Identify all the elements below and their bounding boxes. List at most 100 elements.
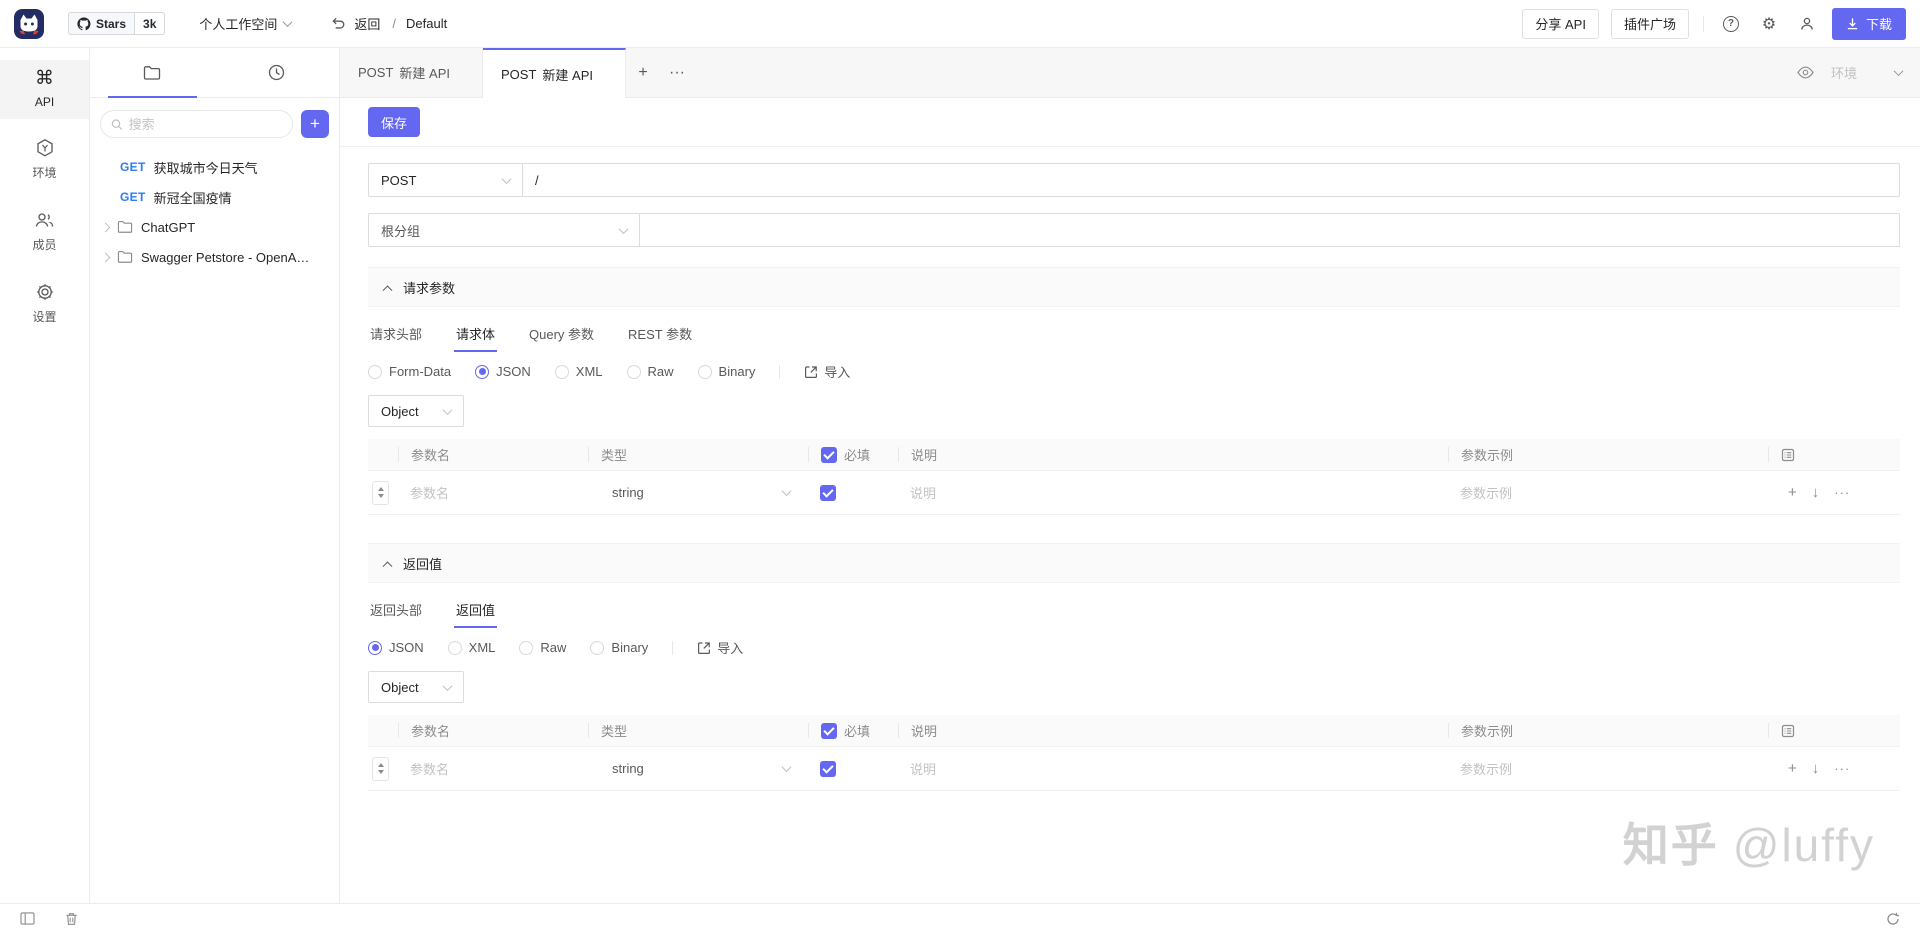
- workspace-name: 个人工作空间: [199, 17, 278, 32]
- row-more-button[interactable]: ···: [1834, 485, 1850, 500]
- doc-tab[interactable]: POST 新建 API: [340, 48, 483, 97]
- rail-item-members[interactable]: 成员: [0, 201, 89, 263]
- env-select-label[interactable]: 环境: [1831, 63, 1857, 82]
- api-name-input[interactable]: [640, 213, 1900, 247]
- column-settings-icon[interactable]: [1781, 724, 1795, 738]
- drag-handle[interactable]: [372, 480, 389, 505]
- rail-item-environment[interactable]: 环境: [0, 129, 89, 191]
- back-button[interactable]: 返回: [331, 14, 380, 33]
- members-icon: [35, 213, 54, 227]
- tab-request-body[interactable]: 请求体: [454, 318, 498, 352]
- sidebar-tab-apis[interactable]: [90, 48, 215, 98]
- response-root-type-select[interactable]: Object: [368, 671, 464, 703]
- tab-rest-params[interactable]: REST 参数: [626, 318, 694, 349]
- add-child-button[interactable]: ↓: [1812, 484, 1820, 501]
- required-checkbox[interactable]: [820, 760, 836, 777]
- param-description-input[interactable]: 说明: [898, 759, 1448, 778]
- param-example-input[interactable]: 参数示例: [1448, 759, 1768, 778]
- radio-xml[interactable]: XML: [554, 364, 603, 379]
- api-list-item[interactable]: GET 获取城市今日天气: [90, 152, 339, 182]
- chevron-down-icon: [442, 680, 453, 691]
- save-button[interactable]: 保存: [368, 107, 421, 137]
- column-settings-icon[interactable]: [1781, 448, 1795, 462]
- triangle-down-icon: [377, 494, 384, 498]
- breadcrumb-project[interactable]: Default: [406, 16, 447, 31]
- request-root-type-select[interactable]: Object: [368, 395, 464, 427]
- radio-label: Raw: [647, 364, 674, 379]
- toggle-sidebar-button[interactable]: [14, 906, 40, 932]
- app-logo[interactable]: [14, 8, 44, 39]
- param-name-input[interactable]: 参数名: [398, 759, 588, 778]
- required-label: 必填: [844, 724, 871, 739]
- type-value: string: [612, 761, 644, 776]
- account-button[interactable]: [1794, 11, 1820, 37]
- trash-icon: [65, 912, 77, 925]
- folder-item[interactable]: Swagger Petstore - OpenAPI ...: [90, 242, 339, 272]
- param-type-select[interactable]: string: [588, 485, 808, 500]
- api-list-item[interactable]: GET 新冠全国疫情: [90, 182, 339, 212]
- method-badge: GET: [120, 160, 146, 174]
- param-type-select[interactable]: string: [588, 761, 808, 776]
- tab-response-headers[interactable]: 返回头部: [368, 594, 424, 625]
- plugin-market-button[interactable]: 插件广场: [1610, 8, 1689, 39]
- drag-handle[interactable]: [372, 756, 389, 781]
- sync-button[interactable]: [1880, 906, 1906, 932]
- rail-item-settings[interactable]: 设置: [0, 273, 89, 335]
- radio-label: Binary: [718, 364, 756, 379]
- tab-more-button[interactable]: ···: [660, 48, 694, 97]
- chevron-down-icon: [442, 404, 453, 415]
- group-select[interactable]: 根分组: [368, 213, 640, 247]
- rail-item-api[interactable]: API: [0, 60, 89, 119]
- param-description-input[interactable]: 说明: [898, 483, 1448, 502]
- search-input[interactable]: [128, 116, 282, 132]
- tab-query-params[interactable]: Query 参数: [527, 318, 596, 349]
- import-button[interactable]: 导入: [697, 638, 743, 657]
- recycle-bin-button[interactable]: [58, 906, 84, 932]
- request-subtabs: 请求头部 请求体 Query 参数 REST 参数: [368, 317, 1900, 352]
- chevron-down-icon[interactable]: [1893, 66, 1904, 77]
- folder-icon: [117, 251, 133, 263]
- tab-response-body[interactable]: 返回值: [454, 594, 498, 628]
- tab-request-headers[interactable]: 请求头部: [368, 318, 424, 349]
- radio-icon: [626, 364, 641, 379]
- select-all-checkbox[interactable]: [821, 722, 837, 739]
- status-bar: [0, 903, 1920, 933]
- select-all-checkbox[interactable]: [821, 446, 837, 463]
- add-row-button[interactable]: +: [1788, 484, 1797, 501]
- share-api-button[interactable]: 分享 API: [1522, 8, 1599, 39]
- doc-tab-active[interactable]: POST 新建 API: [483, 48, 626, 98]
- radio-binary[interactable]: Binary: [697, 364, 756, 379]
- param-name-input[interactable]: 参数名: [398, 483, 588, 502]
- folder-item[interactable]: ChatGPT: [90, 212, 339, 242]
- radio-form-data[interactable]: Form-Data: [368, 364, 451, 379]
- import-button[interactable]: 导入: [804, 362, 850, 381]
- search-box[interactable]: [100, 110, 293, 138]
- settings-button[interactable]: [1756, 11, 1782, 37]
- section-response[interactable]: 返回值: [368, 543, 1900, 583]
- section-request-params[interactable]: 请求参数: [368, 267, 1900, 307]
- radio-binary[interactable]: Binary: [590, 640, 648, 655]
- radio-json[interactable]: JSON: [475, 364, 531, 379]
- github-stars-badge[interactable]: Stars 3k: [68, 12, 166, 35]
- row-more-button[interactable]: ···: [1834, 761, 1850, 776]
- import-icon: [805, 365, 818, 378]
- url-input[interactable]: [523, 163, 1900, 197]
- param-example-input[interactable]: 参数示例: [1448, 483, 1768, 502]
- workspace-switcher[interactable]: 个人工作空间: [199, 14, 293, 33]
- radio-raw[interactable]: Raw: [626, 364, 674, 379]
- sidebar-tab-history[interactable]: [215, 48, 340, 97]
- help-button[interactable]: ?: [1718, 11, 1744, 37]
- add-child-button[interactable]: ↓: [1812, 760, 1820, 777]
- radio-json[interactable]: JSON: [368, 640, 424, 655]
- method-select[interactable]: POST: [368, 163, 523, 197]
- chevron-down-icon: [781, 486, 792, 497]
- radio-xml[interactable]: XML: [447, 640, 495, 655]
- new-tab-button[interactable]: +: [626, 48, 660, 97]
- radio-raw[interactable]: Raw: [519, 640, 566, 655]
- add-row-button[interactable]: +: [1788, 760, 1797, 777]
- download-button[interactable]: 下载: [1831, 7, 1906, 40]
- user-icon: [1801, 17, 1813, 30]
- required-checkbox[interactable]: [820, 484, 836, 501]
- add-api-button[interactable]: +: [301, 110, 329, 138]
- env-preview-button[interactable]: [1793, 60, 1819, 86]
